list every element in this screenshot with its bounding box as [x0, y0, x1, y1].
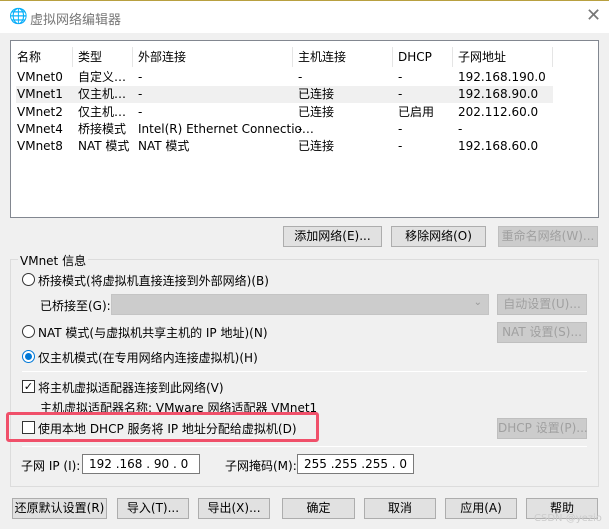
bridged-to-dropdown[interactable]: ⌄ [111, 294, 489, 315]
connect-adapter-label[interactable]: 将主机虚拟适配器连接到此网络(V) [38, 379, 224, 396]
table-cell: 已连接 [298, 104, 335, 119]
table-cell: 已连接 [298, 87, 335, 102]
table-cell: VMnet0 [17, 70, 63, 84]
table-cell: - [298, 70, 303, 84]
vmnet-info-label: VMnet 信息 [18, 252, 89, 269]
dhcp-label[interactable]: 使用本地 DHCP 服务将 IP 地址分配给虚拟机(D) [38, 420, 297, 437]
table-cell: 202.112.60.0 [458, 104, 539, 119]
table-cell: NAT 模式 [78, 139, 130, 154]
column-header[interactable]: 主机连接 [293, 47, 393, 67]
globe-network-icon: 🌐 [9, 7, 28, 25]
table-cell: Intel(R) Ethernet Connectio… [138, 121, 314, 136]
hostonly-label[interactable]: 仅主机模式(在专用网络内连接虚拟机)(H) [38, 349, 258, 366]
window-title: 虚拟网络编辑器 [30, 13, 122, 28]
table-cell: 192.168.60.0 [458, 139, 539, 154]
table-row[interactable]: VMnet2 仅主机… - 已连接 已启用 202.112.60.0 [16, 104, 553, 121]
hostonly-radio[interactable] [22, 350, 35, 363]
table-cell: NAT 模式 [138, 139, 190, 154]
divider [22, 446, 587, 447]
table-cell: - [398, 70, 403, 84]
table-row[interactable]: VMnet4 桥接模式 Intel(R) Ethernet Connectio… - -… [16, 121, 553, 138]
table-cell: - [138, 87, 143, 102]
table-cell: 自定义… [78, 70, 127, 84]
table-cell: - [138, 104, 143, 119]
subnet-ip-label: 子网 IP (I): [21, 459, 81, 473]
table-cell: - [298, 121, 303, 136]
column-header[interactable]: 名称 [12, 47, 73, 67]
subnet-mask-input[interactable]: 255 .255 .255 . 0 [297, 454, 414, 474]
table-row[interactable]: VMnet0 自定义… - - -192.168.190.0 [16, 69, 553, 86]
nat-settings-button[interactable]: NAT 设置(S)... [497, 322, 587, 343]
bridged-label[interactable]: 桥接模式(将虚拟机直接连接到外部网络)(B) [38, 272, 269, 289]
dhcp-settings-button[interactable]: DHCP 设置(P)... [497, 418, 588, 439]
table-cell: VMnet2 [17, 104, 63, 119]
column-header[interactable]: 类型 [73, 47, 133, 67]
watermark: CSDN @yezio [534, 513, 602, 524]
nat-label[interactable]: NAT 模式(与虚拟机共享主机的 IP 地址)(N) [38, 324, 268, 341]
dhcp-checkbox[interactable] [22, 421, 35, 434]
export-button[interactable]: 导出(X)... [198, 498, 270, 519]
table-row[interactable]: VMnet1 仅主机… - 已连接 -192.168.90.0 [16, 86, 553, 104]
subnet-ip-input[interactable]: 192 .168 . 90 . 0 [82, 454, 200, 474]
ok-button[interactable]: 确定 [282, 498, 355, 519]
table-cell: 桥接模式 [78, 121, 127, 136]
close-icon[interactable]: ✕ [586, 5, 601, 26]
column-header[interactable]: 子网地址 [453, 47, 553, 67]
table-cell: - [398, 139, 403, 154]
table-cell: 已启用 [398, 104, 435, 119]
auto-settings-button[interactable]: 自动设置(U)... [497, 294, 587, 315]
cancel-button[interactable]: 取消 [364, 498, 436, 519]
table-cell: VMnet4 [17, 121, 63, 136]
bridged-to-label: 已桥接至(G): [40, 299, 111, 313]
divider [22, 371, 587, 372]
bridged-radio[interactable] [22, 273, 35, 286]
table-cell: 192.168.90.0 [458, 87, 539, 102]
table-cell: - [398, 87, 403, 102]
import-button[interactable]: 导入(T)... [117, 498, 189, 519]
table-cell: VMnet1 [17, 87, 63, 102]
chevron-down-icon: ⌄ [473, 297, 482, 308]
table-cell: VMnet8 [17, 139, 63, 154]
table-row[interactable]: VMnet8 NAT 模式 NAT 模式 已连接 - 192.168.60.0 [16, 138, 553, 155]
rename-network-button[interactable]: 重命名网络(W)... [498, 226, 598, 247]
nat-radio[interactable] [22, 325, 35, 338]
remove-network-button[interactable]: 移除网络(O) [391, 226, 486, 247]
table-cell: - [458, 121, 463, 136]
apply-button[interactable]: 应用(A) [445, 498, 517, 519]
subnet-mask-label: 子网掩码(M): [225, 459, 297, 473]
table-cell: - [398, 121, 403, 136]
table-cell: 仅主机… [78, 87, 127, 102]
table-cell: 已连接 [298, 139, 335, 154]
column-header[interactable]: 外部连接 [133, 47, 293, 67]
network-table[interactable]: 名称 类型 外部连接 主机连接 DHCP 子网地址 VMnet0 自定义… - - -192.16… [10, 40, 599, 218]
connect-adapter-checkbox[interactable]: ✓ [22, 380, 35, 393]
table-cell: 192.168.190.0 [458, 70, 546, 84]
table-cell: - [138, 70, 143, 84]
title-bar: 🌐 虚拟网络编辑器 ✕ [0, 0, 609, 33]
add-network-button[interactable]: 添加网络(E)... [283, 226, 382, 247]
table-cell: 仅主机… [78, 104, 127, 119]
column-header[interactable]: DHCP [393, 47, 453, 67]
restore-defaults-button[interactable]: 还原默认设置(R) [12, 498, 107, 519]
